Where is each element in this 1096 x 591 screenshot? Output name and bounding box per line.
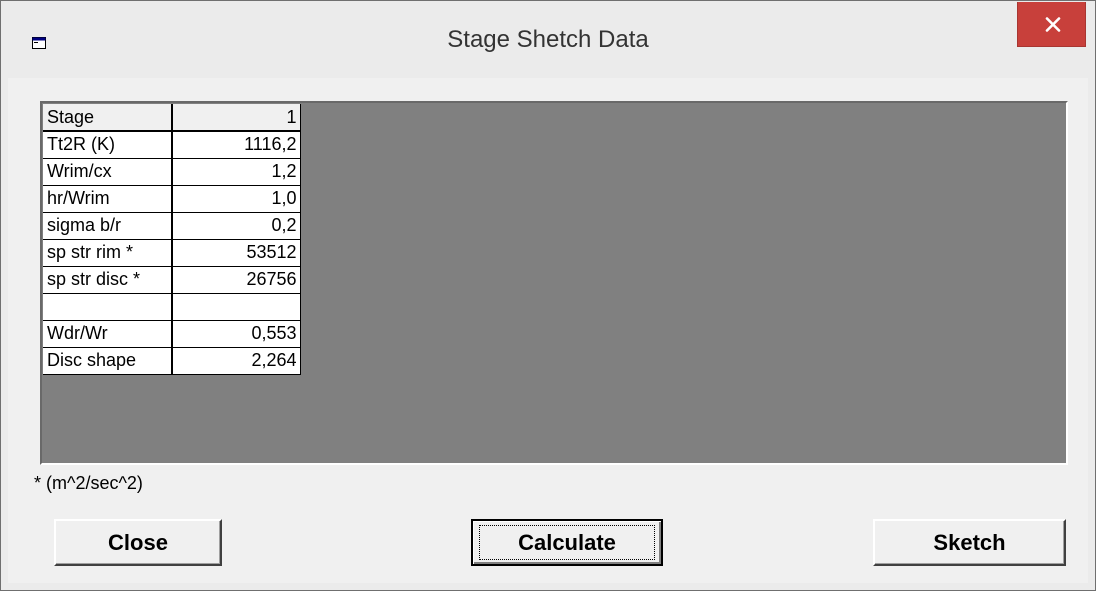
row-label: sp str disc * bbox=[43, 266, 173, 294]
row-value-cell[interactable]: 2,264 bbox=[172, 347, 301, 375]
table-row: Tt2R (K) 1116,2 bbox=[43, 131, 301, 159]
row-label: sp str rim * bbox=[43, 239, 173, 267]
window-title: Stage Shetch Data bbox=[447, 26, 649, 53]
table-row: Disc shape 2,264 bbox=[43, 347, 301, 375]
window-close-button[interactable] bbox=[1017, 2, 1086, 47]
table-header-label: Stage bbox=[43, 104, 173, 132]
row-value-cell[interactable]: 53512 bbox=[172, 239, 301, 267]
close-button[interactable]: Close bbox=[54, 519, 222, 566]
title-bar[interactable]: Stage Shetch Data bbox=[2, 2, 1094, 78]
table-row: sp str rim * 53512 bbox=[43, 239, 301, 267]
row-value-cell[interactable]: 26756 bbox=[172, 266, 301, 294]
row-value-cell[interactable]: 0,553 bbox=[172, 320, 301, 348]
row-label: Wdr/Wr bbox=[43, 320, 173, 348]
table-row: hr/Wrim 1,0 bbox=[43, 185, 301, 213]
row-value-cell[interactable]: 1,0 bbox=[172, 185, 301, 213]
close-icon bbox=[1045, 17, 1061, 32]
row-label: Wrim/cx bbox=[43, 158, 173, 186]
row-label: Disc shape bbox=[43, 347, 173, 375]
row-label bbox=[43, 293, 173, 321]
row-label: sigma b/r bbox=[43, 212, 173, 240]
row-label: Tt2R (K) bbox=[43, 131, 173, 159]
row-value-cell[interactable]: 0,2 bbox=[172, 212, 301, 240]
table-row: sigma b/r 0,2 bbox=[43, 212, 301, 240]
row-label: hr/Wrim bbox=[43, 185, 173, 213]
table-header-row: Stage 1 bbox=[43, 104, 301, 132]
units-footnote: * (m^2/sec^2) bbox=[34, 473, 143, 493]
table-row: Wrim/cx 1,2 bbox=[43, 158, 301, 186]
stage-data-grid[interactable]: Stage 1 Tt2R (K) 1116,2 Wrim/cx 1,2 hr/W… bbox=[40, 101, 1068, 465]
calculate-button-label: Calculate bbox=[479, 525, 655, 560]
table-row: Wdr/Wr 0,553 bbox=[43, 320, 301, 348]
calculate-button[interactable]: Calculate bbox=[471, 519, 663, 566]
table-row: sp str disc * 26756 bbox=[43, 266, 301, 294]
sketch-button[interactable]: Sketch bbox=[873, 519, 1066, 566]
stage-sketch-data-window: Stage Shetch Data Stage 1 Tt2R (K) 1116,… bbox=[0, 0, 1096, 591]
row-value-cell[interactable] bbox=[172, 293, 301, 321]
dialog-client-area: Stage 1 Tt2R (K) 1116,2 Wrim/cx 1,2 hr/W… bbox=[9, 78, 1088, 582]
data-table: Stage 1 Tt2R (K) 1116,2 Wrim/cx 1,2 hr/W… bbox=[43, 104, 301, 375]
table-row bbox=[43, 293, 301, 321]
row-value-cell[interactable]: 1,2 bbox=[172, 158, 301, 186]
row-value-cell[interactable]: 1116,2 bbox=[172, 131, 301, 159]
table-header-value: 1 bbox=[172, 104, 301, 132]
